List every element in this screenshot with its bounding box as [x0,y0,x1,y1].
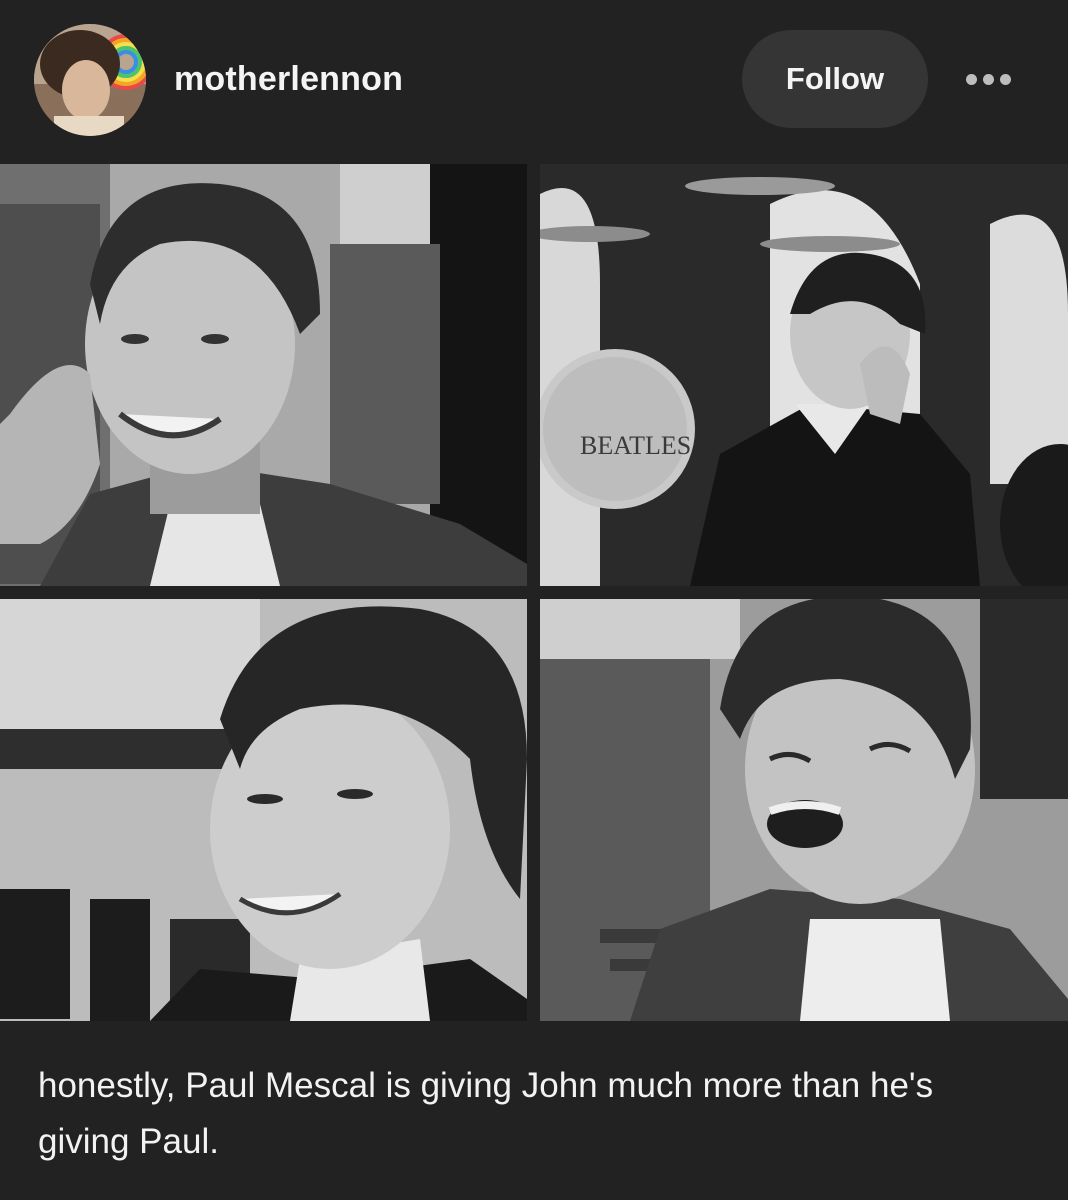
drum-logo-text: BEATLES [580,431,691,460]
dot [965,73,977,85]
photo-bottom-right[interactable] [540,599,1068,1021]
post-header: motherlennon Follow [0,0,1068,164]
photo-image [0,164,527,586]
photo-bottom-left[interactable] [0,599,527,1021]
photo-image [0,599,527,1021]
user-avatar[interactable] [34,24,146,136]
post-caption: honestly, Paul Mescal is giving John muc… [38,1066,934,1161]
tumblr-post: motherlennon Follow BEATLES honestly, Pa… [0,0,1068,1200]
photo-top-right[interactable]: BEATLES [540,164,1068,586]
photo-image [540,599,1068,1021]
username[interactable]: motherlennon [174,60,403,99]
dot [999,73,1011,85]
avatar-image [34,24,146,136]
more-horizontal-icon[interactable] [958,58,1018,100]
dot [982,73,994,85]
photo-image: BEATLES [540,164,1068,586]
photo-top-left[interactable] [0,164,527,586]
follow-button[interactable]: Follow [742,30,928,128]
